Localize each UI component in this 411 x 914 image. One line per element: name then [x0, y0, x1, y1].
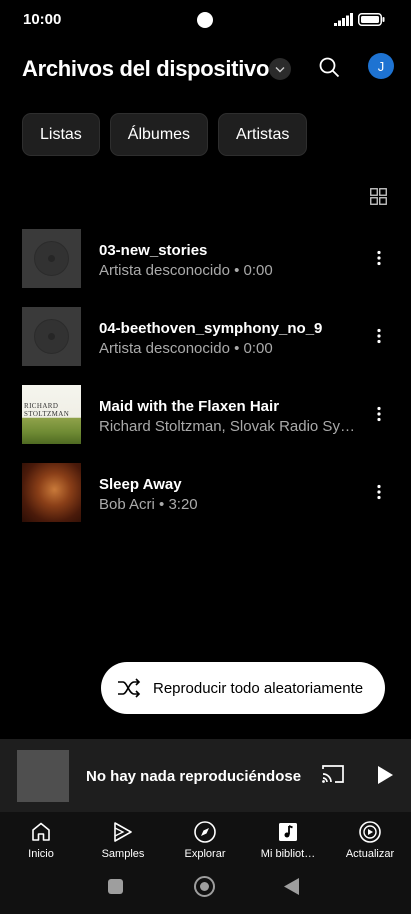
compass-icon [194, 821, 216, 843]
chip-artistas[interactable]: Artistas [218, 113, 308, 156]
cast-icon[interactable] [321, 764, 345, 784]
search-icon [319, 57, 339, 77]
album-art-text: RICHARD STOLTZMAN [24, 402, 70, 418]
home-button[interactable] [194, 876, 215, 897]
page-title: Archivos del dispositivo [22, 56, 270, 81]
chip-albumes[interactable]: Álbumes [109, 113, 209, 156]
home-icon [32, 822, 50, 841]
recents-button[interactable] [108, 879, 123, 894]
samples-icon [114, 822, 132, 842]
app-header: Archivos del dispositivo J [0, 48, 411, 92]
nav-label: Explorar [184, 848, 226, 860]
album-art [22, 463, 81, 522]
search-button[interactable] [316, 54, 342, 80]
mini-player[interactable]: No hay nada reproduciéndose [0, 739, 411, 812]
back-icon[interactable] [284, 878, 299, 895]
more-vert-icon[interactable] [371, 250, 387, 266]
track-title: 04-beethoven_symphony_no_9 [99, 320, 323, 337]
play-icon[interactable] [378, 766, 393, 784]
filter-chips: Listas Álbumes Artistas [22, 113, 308, 156]
more-vert-icon[interactable] [371, 484, 387, 500]
disc-hole [48, 255, 55, 262]
track-subtitle: Richard Stoltzman, Slovak Radio Symphony… [99, 418, 357, 435]
track-row[interactable]: RICHARD STOLTZMAN Maid with the Flaxen H… [0, 384, 411, 462]
nav-label: Samples [101, 848, 145, 860]
shuffle-all-label: Reproducir todo aleatoriamente [153, 680, 364, 697]
track-thumbnail [22, 307, 81, 366]
mini-player-title: No hay nada reproduciéndose [86, 768, 302, 785]
track-subtitle: Bob Acri • 3:20 [99, 496, 198, 513]
track-row[interactable]: 04-beethoven_symphony_no_9 Artista desco… [0, 306, 411, 384]
account-avatar[interactable]: J [368, 53, 394, 79]
chip-listas[interactable]: Listas [22, 113, 100, 156]
grid-view-icon[interactable] [370, 188, 387, 205]
status-time: 10:00 [23, 11, 62, 28]
system-navigation-bar [0, 867, 411, 914]
signal-icon [334, 13, 353, 26]
nav-item-actualizar[interactable]: Actualizar [332, 820, 408, 860]
track-subtitle: Artista desconocido • 0:00 [99, 262, 273, 279]
track-thumbnail [22, 229, 81, 288]
shuffle-all-button[interactable]: Reproducir todo aleatoriamente [101, 662, 385, 714]
track-subtitle: Artista desconocido • 0:00 [99, 340, 273, 357]
library-icon [279, 823, 297, 841]
shuffle-icon [118, 678, 141, 698]
nav-item-explorar[interactable]: Explorar [167, 820, 243, 860]
title-dropdown-button[interactable] [269, 58, 291, 80]
track-title: Maid with the Flaxen Hair [99, 398, 280, 415]
nav-item-samples[interactable]: Samples [85, 820, 161, 860]
camera-cutout [197, 12, 213, 28]
track-list: 03-new_stories Artista desconocido • 0:0… [0, 228, 411, 540]
track-row[interactable]: Sleep Away Bob Acri • 3:20 [0, 462, 411, 540]
nav-label: Mi bibliot… [260, 848, 316, 860]
nav-label: Actualizar [345, 848, 395, 860]
mini-player-art [17, 750, 69, 802]
battery-icon [358, 13, 385, 26]
status-bar: 10:00 [0, 0, 411, 40]
nav-label: Inicio [28, 848, 54, 860]
nav-item-inicio[interactable]: Inicio [3, 820, 79, 860]
more-vert-icon[interactable] [371, 328, 387, 344]
disc-hole [48, 333, 55, 340]
track-title: 03-new_stories [99, 242, 208, 259]
home-button-dot [200, 882, 209, 891]
nav-item-mi-biblioteca[interactable]: Mi bibliot… [250, 820, 326, 860]
chevron-down-icon [275, 66, 285, 72]
bottom-navigation: Inicio Samples Explorar Mi bibliot… Actu… [0, 812, 411, 867]
track-row[interactable]: 03-new_stories Artista desconocido • 0:0… [0, 228, 411, 306]
upgrade-icon [359, 821, 381, 843]
track-title: Sleep Away [99, 476, 182, 493]
album-art: RICHARD STOLTZMAN [22, 385, 81, 444]
more-vert-icon[interactable] [371, 406, 387, 422]
